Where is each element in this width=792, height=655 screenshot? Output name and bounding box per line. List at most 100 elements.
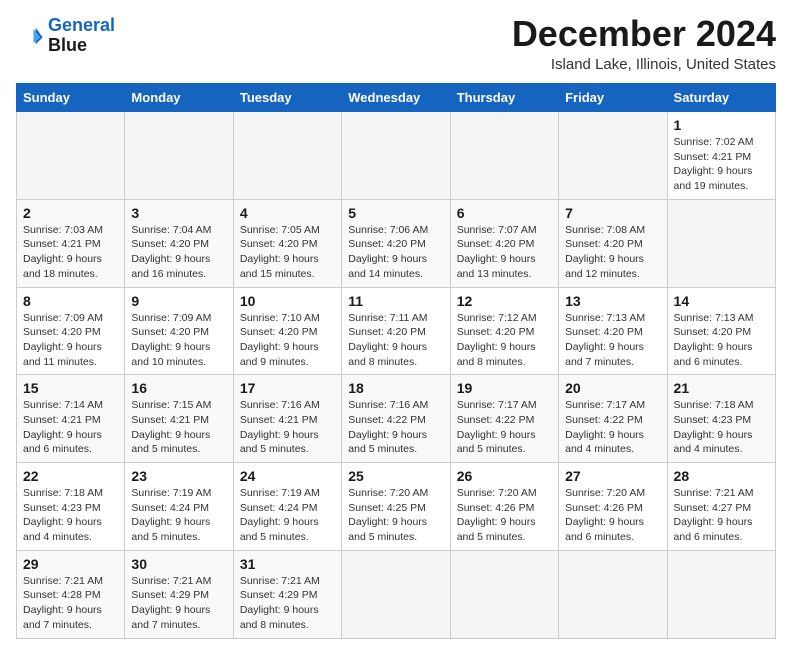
day-info: Sunrise: 7:02 AMSunset: 4:21 PMDaylight:… — [674, 136, 754, 192]
day-number: 11 — [348, 293, 443, 309]
day-info: Sunrise: 7:21 AMSunset: 4:29 PMDaylight:… — [131, 575, 211, 631]
calendar-week-1: 1 Sunrise: 7:02 AMSunset: 4:21 PMDayligh… — [17, 112, 776, 200]
calendar-cell: 22 Sunrise: 7:18 AMSunset: 4:23 PMDaylig… — [17, 463, 125, 551]
calendar-cell: 6 Sunrise: 7:07 AMSunset: 4:20 PMDayligh… — [450, 199, 558, 287]
column-header-monday: Monday — [125, 84, 233, 112]
day-number: 2 — [23, 205, 118, 221]
day-info: Sunrise: 7:14 AMSunset: 4:21 PMDaylight:… — [23, 399, 103, 455]
calendar-cell: 17 Sunrise: 7:16 AMSunset: 4:21 PMDaylig… — [233, 375, 341, 463]
day-info: Sunrise: 7:19 AMSunset: 4:24 PMDaylight:… — [131, 487, 211, 543]
day-info: Sunrise: 7:10 AMSunset: 4:20 PMDaylight:… — [240, 312, 320, 368]
day-info: Sunrise: 7:16 AMSunset: 4:22 PMDaylight:… — [348, 399, 428, 455]
calendar-week-3: 8 Sunrise: 7:09 AMSunset: 4:20 PMDayligh… — [17, 287, 776, 375]
calendar-cell — [559, 112, 667, 200]
day-info: Sunrise: 7:21 AMSunset: 4:29 PMDaylight:… — [240, 575, 320, 631]
day-number: 26 — [457, 468, 552, 484]
day-number: 21 — [674, 380, 769, 396]
column-header-thursday: Thursday — [450, 84, 558, 112]
day-info: Sunrise: 7:20 AMSunset: 4:25 PMDaylight:… — [348, 487, 428, 543]
calendar-cell — [450, 550, 558, 638]
calendar-week-6: 29 Sunrise: 7:21 AMSunset: 4:28 PMDaylig… — [17, 550, 776, 638]
calendar-cell: 5 Sunrise: 7:06 AMSunset: 4:20 PMDayligh… — [342, 199, 450, 287]
calendar-cell: 9 Sunrise: 7:09 AMSunset: 4:20 PMDayligh… — [125, 287, 233, 375]
day-number: 28 — [674, 468, 769, 484]
day-info: Sunrise: 7:18 AMSunset: 4:23 PMDaylight:… — [674, 399, 754, 455]
calendar-week-2: 2 Sunrise: 7:03 AMSunset: 4:21 PMDayligh… — [17, 199, 776, 287]
day-info: Sunrise: 7:17 AMSunset: 4:22 PMDaylight:… — [565, 399, 645, 455]
day-info: Sunrise: 7:21 AMSunset: 4:28 PMDaylight:… — [23, 575, 103, 631]
day-number: 10 — [240, 293, 335, 309]
day-number: 22 — [23, 468, 118, 484]
calendar-cell: 15 Sunrise: 7:14 AMSunset: 4:21 PMDaylig… — [17, 375, 125, 463]
day-info: Sunrise: 7:20 AMSunset: 4:26 PMDaylight:… — [565, 487, 645, 543]
day-number: 13 — [565, 293, 660, 309]
day-number: 27 — [565, 468, 660, 484]
day-number: 12 — [457, 293, 552, 309]
calendar-table: SundayMondayTuesdayWednesdayThursdayFrid… — [16, 83, 776, 639]
calendar-cell — [342, 112, 450, 200]
day-info: Sunrise: 7:07 AMSunset: 4:20 PMDaylight:… — [457, 224, 537, 280]
day-info: Sunrise: 7:04 AMSunset: 4:20 PMDaylight:… — [131, 224, 211, 280]
calendar-cell: 10 Sunrise: 7:10 AMSunset: 4:20 PMDaylig… — [233, 287, 341, 375]
day-info: Sunrise: 7:20 AMSunset: 4:26 PMDaylight:… — [457, 487, 537, 543]
day-number: 18 — [348, 380, 443, 396]
day-info: Sunrise: 7:12 AMSunset: 4:20 PMDaylight:… — [457, 312, 537, 368]
calendar-cell: 28 Sunrise: 7:21 AMSunset: 4:27 PMDaylig… — [667, 463, 775, 551]
calendar-week-5: 22 Sunrise: 7:18 AMSunset: 4:23 PMDaylig… — [17, 463, 776, 551]
calendar-cell: 21 Sunrise: 7:18 AMSunset: 4:23 PMDaylig… — [667, 375, 775, 463]
day-info: Sunrise: 7:13 AMSunset: 4:20 PMDaylight:… — [565, 312, 645, 368]
logo-text-blue: Blue — [48, 36, 115, 56]
calendar-body: 1 Sunrise: 7:02 AMSunset: 4:21 PMDayligh… — [17, 112, 776, 639]
day-number: 19 — [457, 380, 552, 396]
calendar-cell: 2 Sunrise: 7:03 AMSunset: 4:21 PMDayligh… — [17, 199, 125, 287]
calendar-cell: 20 Sunrise: 7:17 AMSunset: 4:22 PMDaylig… — [559, 375, 667, 463]
calendar-cell — [342, 550, 450, 638]
month-title: December 2024 — [512, 16, 776, 52]
day-number: 1 — [674, 117, 769, 133]
calendar-cell: 8 Sunrise: 7:09 AMSunset: 4:20 PMDayligh… — [17, 287, 125, 375]
day-info: Sunrise: 7:19 AMSunset: 4:24 PMDaylight:… — [240, 487, 320, 543]
calendar-cell: 3 Sunrise: 7:04 AMSunset: 4:20 PMDayligh… — [125, 199, 233, 287]
location-title: Island Lake, Illinois, United States — [512, 56, 776, 73]
day-info: Sunrise: 7:09 AMSunset: 4:20 PMDaylight:… — [131, 312, 211, 368]
day-info: Sunrise: 7:17 AMSunset: 4:22 PMDaylight:… — [457, 399, 537, 455]
day-info: Sunrise: 7:15 AMSunset: 4:21 PMDaylight:… — [131, 399, 211, 455]
page-header: General Blue December 2024 Island Lake, … — [16, 16, 776, 73]
day-info: Sunrise: 7:03 AMSunset: 4:21 PMDaylight:… — [23, 224, 103, 280]
day-info: Sunrise: 7:13 AMSunset: 4:20 PMDaylight:… — [674, 312, 754, 368]
day-number: 30 — [131, 556, 226, 572]
day-number: 3 — [131, 205, 226, 221]
day-info: Sunrise: 7:11 AMSunset: 4:20 PMDaylight:… — [348, 312, 427, 368]
calendar-cell: 26 Sunrise: 7:20 AMSunset: 4:26 PMDaylig… — [450, 463, 558, 551]
calendar-cell — [450, 112, 558, 200]
day-number: 24 — [240, 468, 335, 484]
day-info: Sunrise: 7:06 AMSunset: 4:20 PMDaylight:… — [348, 224, 428, 280]
calendar-cell — [125, 112, 233, 200]
calendar-cell — [559, 550, 667, 638]
calendar-cell: 19 Sunrise: 7:17 AMSunset: 4:22 PMDaylig… — [450, 375, 558, 463]
day-number: 8 — [23, 293, 118, 309]
calendar-cell: 11 Sunrise: 7:11 AMSunset: 4:20 PMDaylig… — [342, 287, 450, 375]
day-info: Sunrise: 7:09 AMSunset: 4:20 PMDaylight:… — [23, 312, 103, 368]
calendar-cell: 13 Sunrise: 7:13 AMSunset: 4:20 PMDaylig… — [559, 287, 667, 375]
logo-icon — [16, 22, 44, 50]
calendar-cell — [667, 550, 775, 638]
calendar-cell: 31 Sunrise: 7:21 AMSunset: 4:29 PMDaylig… — [233, 550, 341, 638]
calendar-cell: 25 Sunrise: 7:20 AMSunset: 4:25 PMDaylig… — [342, 463, 450, 551]
day-info: Sunrise: 7:08 AMSunset: 4:20 PMDaylight:… — [565, 224, 645, 280]
calendar-cell — [233, 112, 341, 200]
day-number: 5 — [348, 205, 443, 221]
day-number: 17 — [240, 380, 335, 396]
day-number: 4 — [240, 205, 335, 221]
day-number: 9 — [131, 293, 226, 309]
day-info: Sunrise: 7:18 AMSunset: 4:23 PMDaylight:… — [23, 487, 103, 543]
calendar-cell: 18 Sunrise: 7:16 AMSunset: 4:22 PMDaylig… — [342, 375, 450, 463]
day-number: 7 — [565, 205, 660, 221]
calendar-cell: 29 Sunrise: 7:21 AMSunset: 4:28 PMDaylig… — [17, 550, 125, 638]
day-number: 29 — [23, 556, 118, 572]
calendar-cell — [667, 199, 775, 287]
title-area: December 2024 Island Lake, Illinois, Uni… — [512, 16, 776, 73]
day-number: 15 — [23, 380, 118, 396]
day-number: 6 — [457, 205, 552, 221]
day-info: Sunrise: 7:05 AMSunset: 4:20 PMDaylight:… — [240, 224, 320, 280]
